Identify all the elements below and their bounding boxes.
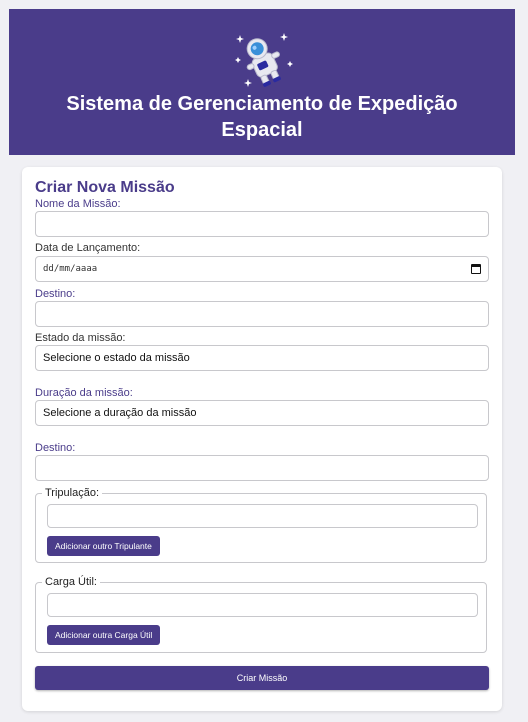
payload-fieldset: Carga Útil: Adicionar outra Carga Útil bbox=[35, 576, 487, 653]
add-payload-button[interactable]: Adicionar outra Carga Útil bbox=[47, 625, 161, 645]
crew-legend: Tripulação: bbox=[42, 487, 103, 499]
crew-fieldset: Tripulação: Adicionar outro Tripulante bbox=[35, 487, 487, 563]
destination-label: Destino: bbox=[35, 288, 76, 300]
payload-input[interactable] bbox=[47, 593, 478, 617]
form-title: Criar Nova Missão bbox=[35, 179, 175, 196]
mission-name-input[interactable] bbox=[35, 211, 489, 237]
create-mission-button[interactable]: Criar Missão bbox=[35, 666, 489, 690]
payload-legend: Carga Útil: bbox=[42, 576, 100, 588]
crew-member-input[interactable] bbox=[47, 504, 478, 528]
astronaut-icon bbox=[235, 33, 293, 87]
launch-date-placeholder: dd/mm/aaaa bbox=[43, 264, 98, 274]
mission-status-label: Estado da missão: bbox=[35, 332, 126, 344]
destination2-input[interactable] bbox=[35, 455, 489, 481]
destination2-label: Destino: bbox=[35, 442, 76, 454]
add-crew-member-button[interactable]: Adicionar outro Tripulante bbox=[47, 536, 160, 556]
mission-name-label: Nome da Missão: bbox=[35, 198, 121, 210]
page-title: Sistema de Gerenciamento de Expedição Es… bbox=[66, 93, 458, 141]
launch-date-label: Data de Lançamento: bbox=[35, 242, 141, 254]
mission-status-select[interactable]: Selecione o estado da missão bbox=[35, 345, 489, 371]
mission-duration-select[interactable]: Selecione a duração da missão bbox=[35, 400, 489, 426]
page-header: Sistema de Gerenciamento de Expedição Es… bbox=[9, 9, 515, 155]
launch-date-input[interactable]: dd/mm/aaaa bbox=[35, 256, 489, 282]
destination-input[interactable] bbox=[35, 301, 489, 327]
create-mission-form: Criar Nova Missão Nome da Missão: Data d… bbox=[22, 167, 502, 711]
mission-duration-label: Duração da missão: bbox=[35, 387, 133, 399]
calendar-icon[interactable] bbox=[471, 264, 481, 274]
